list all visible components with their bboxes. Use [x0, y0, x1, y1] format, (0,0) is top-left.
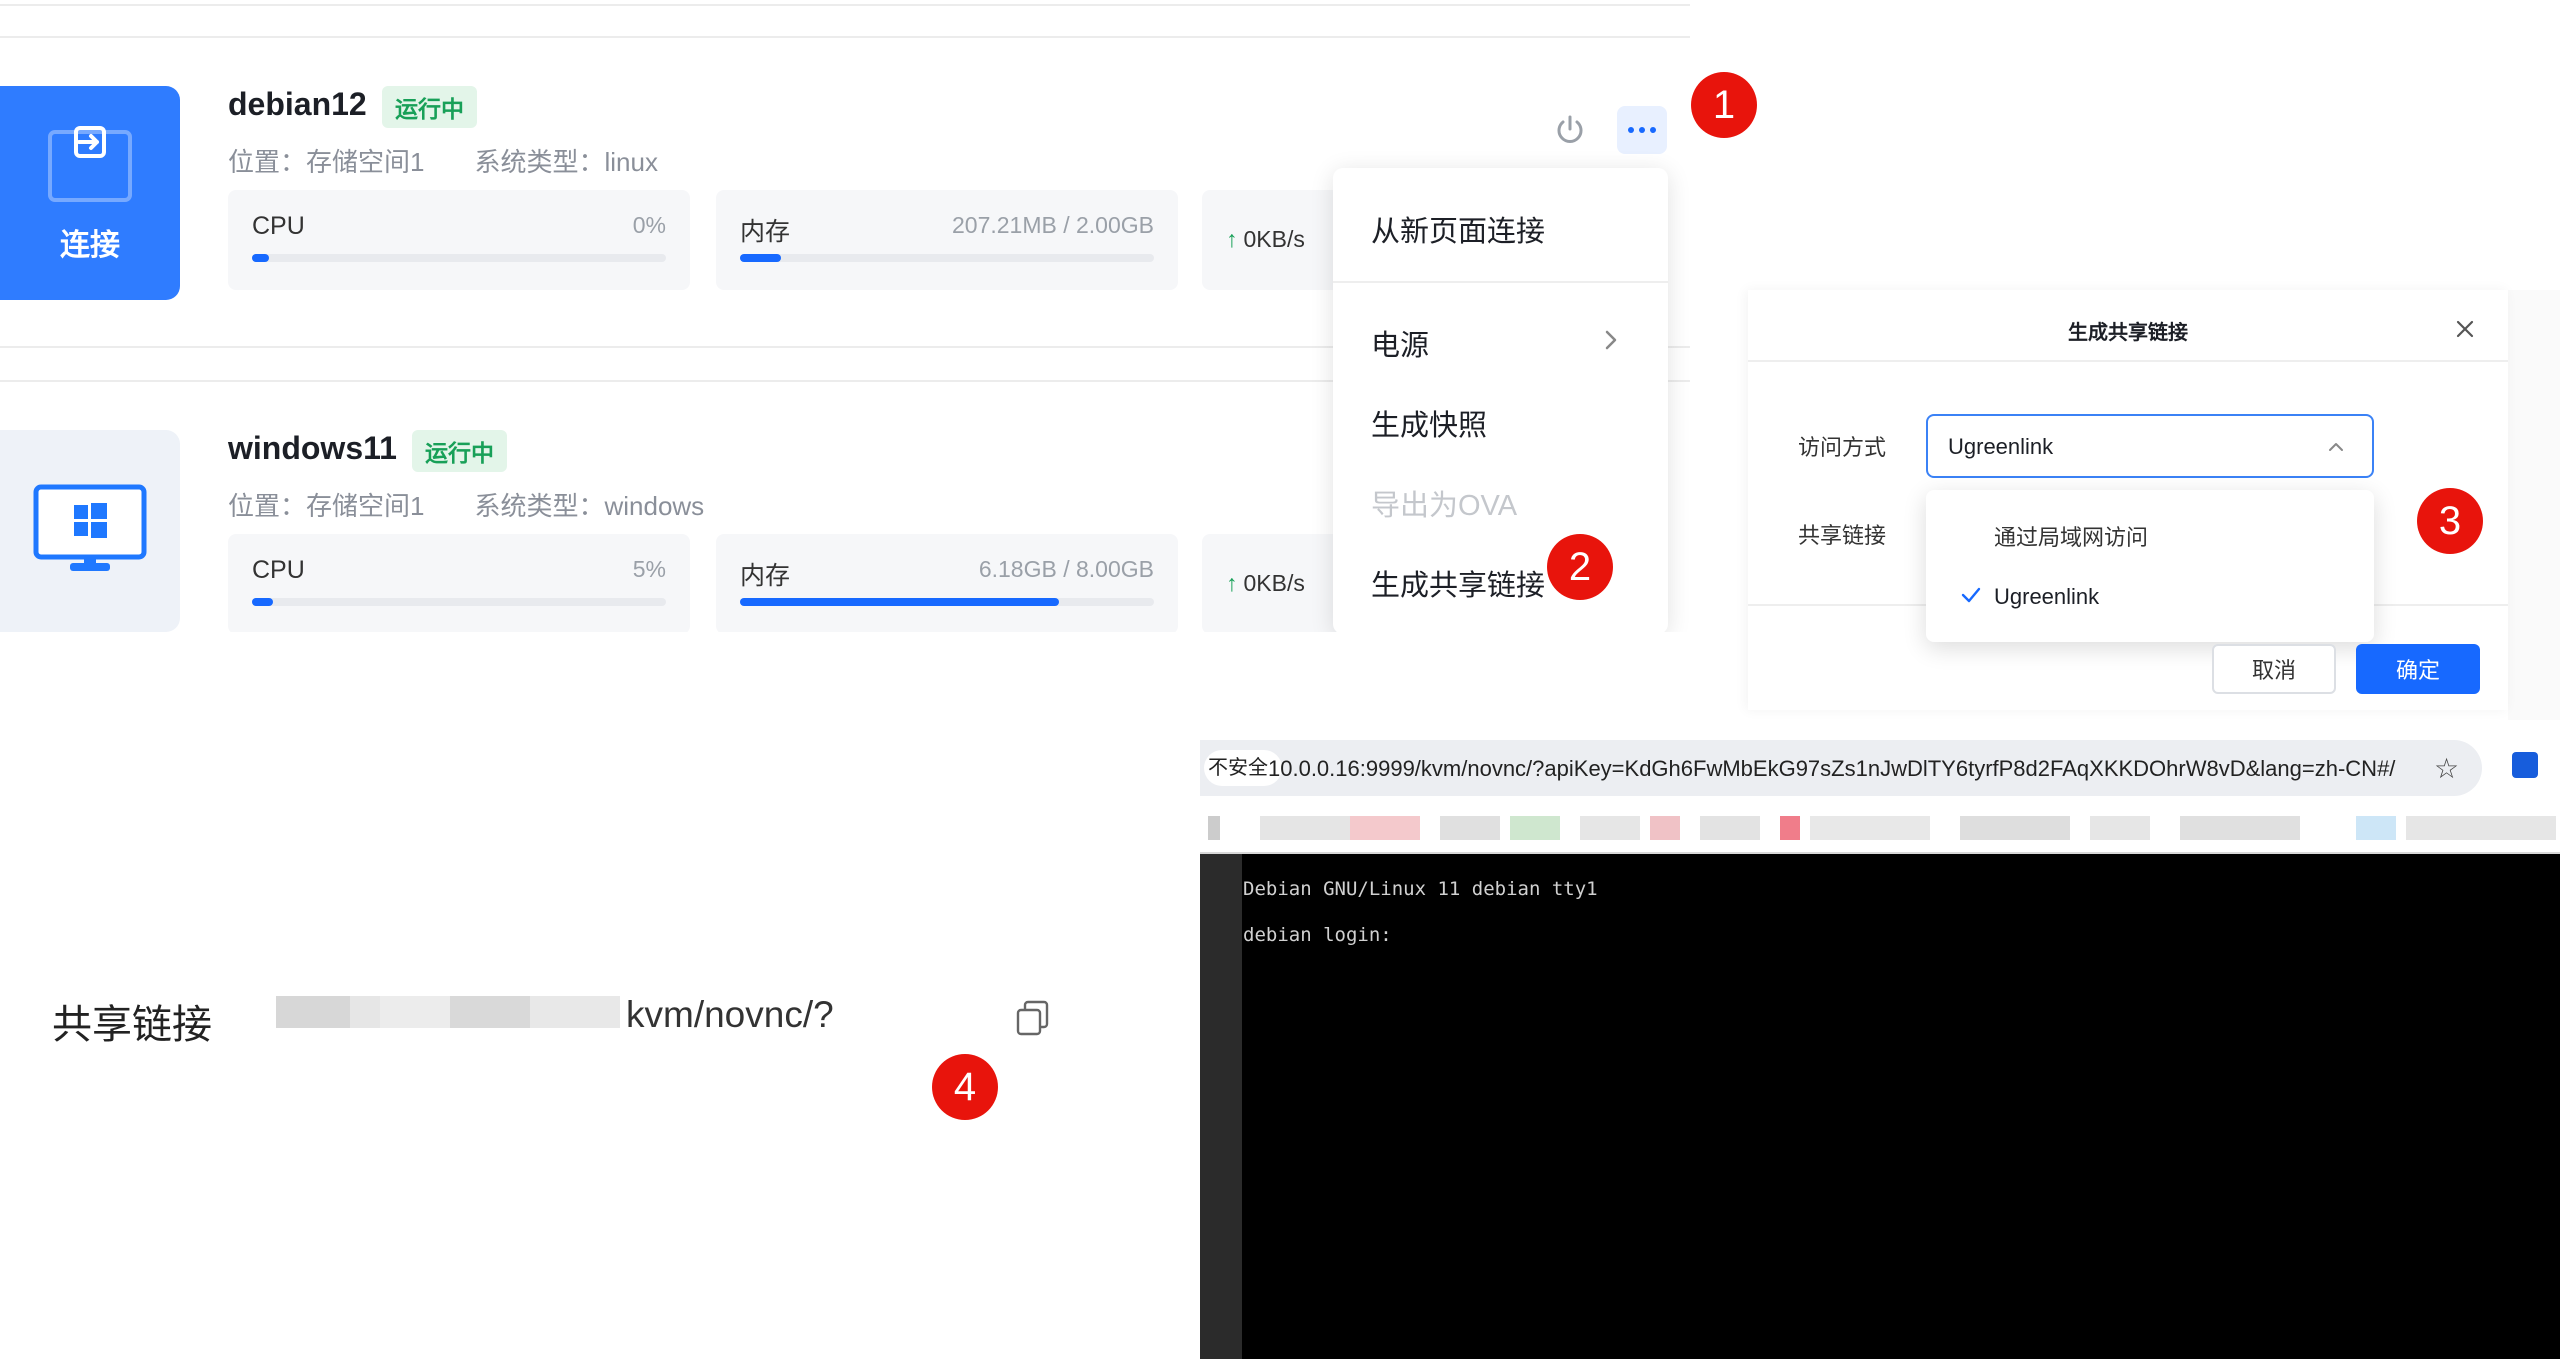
vm-meta: 位置：存储空间1 系统类型：linux [228, 142, 658, 179]
copy-icon[interactable] [1012, 998, 1052, 1038]
chevron-up-icon [2329, 443, 2343, 451]
vm-system-type: 系统类型：linux [474, 147, 658, 177]
divider [0, 36, 1690, 38]
cancel-button[interactable]: 取消 [2212, 644, 2336, 694]
share-link-row-label: 共享链接 [52, 1003, 212, 1047]
menu-item-share-link[interactable]: 生成共享链接 [1371, 562, 1545, 604]
arrow-up-icon: ↑ [1226, 570, 1238, 596]
step-marker-3: 3 [2417, 488, 2483, 554]
browser-window: 不安全 10.0.0.16:9999/kvm/novnc/?apiKey=KdG… [1200, 734, 2560, 1359]
step-marker-4: 4 [932, 1054, 998, 1120]
menu-divider [1333, 281, 1668, 283]
menu-item-power[interactable]: 电源 [1371, 322, 1429, 364]
cpu-card: CPU 0% [228, 190, 690, 290]
cpu-label: CPU [252, 212, 305, 240]
cpu-bar [252, 254, 666, 262]
dialog-divider [1748, 360, 2508, 362]
memory-bar [740, 254, 1154, 262]
confirm-button[interactable]: 确定 [2356, 644, 2480, 694]
vm-thumbnail[interactable] [0, 430, 180, 632]
step-marker-1: 1 [1691, 72, 1757, 138]
status-badge: 运行中 [412, 430, 507, 472]
memory-card: 内存 207.21MB / 2.00GB [716, 190, 1178, 290]
console-line: debian login: [1243, 924, 1392, 946]
cpu-bar-fill [252, 254, 269, 262]
memory-label: 内存 [740, 562, 791, 590]
menu-item-snapshot[interactable]: 生成快照 [1371, 402, 1487, 444]
network-rate: 0KB/s [1243, 226, 1305, 252]
select-value: Ugreenlink [1948, 434, 2054, 459]
share-link-label: 共享链接 [1798, 523, 1887, 548]
vm-name: windows11 [228, 430, 397, 466]
status-badge: 运行中 [382, 86, 477, 128]
chevron-right-icon [1605, 330, 1617, 350]
cpu-bar [252, 598, 666, 606]
background-strip [2508, 290, 2560, 720]
share-url-text: kvm/novnc/? [626, 994, 834, 1035]
close-icon[interactable] [2450, 314, 2480, 344]
star-icon[interactable]: ☆ [2434, 752, 2459, 785]
memory-card: 内存 6.18GB / 8.00GB [716, 534, 1178, 632]
network-rate: 0KB/s [1243, 570, 1305, 596]
option-ugreenlink[interactable]: Ugreenlink [1994, 584, 2099, 610]
cpu-bar-fill [252, 598, 273, 606]
power-button[interactable] [1548, 108, 1592, 152]
vm-system-type: 系统类型：windows [474, 491, 705, 521]
more-button[interactable] [1617, 106, 1667, 154]
vm-location: 位置：存储空间1 [228, 147, 425, 177]
vm-meta: 位置：存储空间1 系统类型：windows [228, 486, 704, 523]
access-method-label: 访问方式 [1798, 435, 1887, 460]
power-icon [1557, 115, 1583, 143]
memory-value: 207.21MB / 2.00GB [951, 212, 1154, 238]
dialog-title: 生成共享链接 [2068, 322, 2188, 344]
memory-bar-fill [740, 254, 782, 262]
address-bar[interactable]: 不安全 10.0.0.16:9999/kvm/novnc/?apiKey=KdG… [1200, 740, 2482, 796]
connect-label: 连接 [60, 229, 120, 262]
cpu-label: CPU [252, 556, 305, 584]
vm-list-panel: 连接 debian12 运行中 位置：存储空间1 系统类型：linux CPU 0… [0, 0, 1690, 632]
check-icon [1961, 587, 1981, 603]
connect-icon [48, 126, 132, 202]
step-marker-2: 2 [1547, 534, 1613, 600]
menu-item-export-ova: 导出为OVA [1371, 490, 1518, 522]
arrow-up-icon: ↑ [1226, 226, 1238, 252]
console-sidebar [1200, 854, 1242, 1359]
memory-value: 6.18GB / 8.00GB [978, 556, 1154, 582]
memory-bar [740, 598, 1154, 606]
bookmarks-bar [1200, 800, 2560, 854]
bitwarden-icon[interactable] [2512, 752, 2538, 778]
more-icon [1628, 127, 1656, 133]
vm-connect-button[interactable]: 连接 [0, 86, 180, 300]
memory-label: 内存 [740, 218, 791, 246]
monitor-windows-icon [33, 484, 147, 571]
vm-location: 位置：存储空间1 [228, 491, 425, 521]
memory-bar-fill [740, 598, 1059, 606]
option-lan[interactable]: 通过局域网访问 [1994, 520, 2148, 552]
menu-item-open-new-page[interactable]: 从新页面连接 [1371, 208, 1545, 250]
url-text[interactable]: 10.0.0.16:9999/kvm/novnc/?apiKey=KdGh6Fw… [1268, 756, 2395, 782]
access-method-select[interactable]: Ugreenlink [1926, 414, 2374, 478]
cpu-card: CPU 5% [228, 534, 690, 632]
cpu-value: 5% [632, 556, 666, 582]
console-line: Debian GNU/Linux 11 debian tty1 [1243, 878, 1598, 900]
vnc-console[interactable]: Debian GNU/Linux 11 debian tty1 debian l… [1200, 854, 2560, 1359]
vm-name: debian12 [228, 86, 367, 122]
access-method-dropdown: 通过局域网访问 Ugreenlink [1926, 490, 2374, 642]
cpu-value: 0% [632, 212, 666, 238]
divider [0, 4, 1690, 6]
context-menu: 从新页面连接 电源 生成快照 导出为OVA 生成共享链接 [1333, 168, 1668, 632]
